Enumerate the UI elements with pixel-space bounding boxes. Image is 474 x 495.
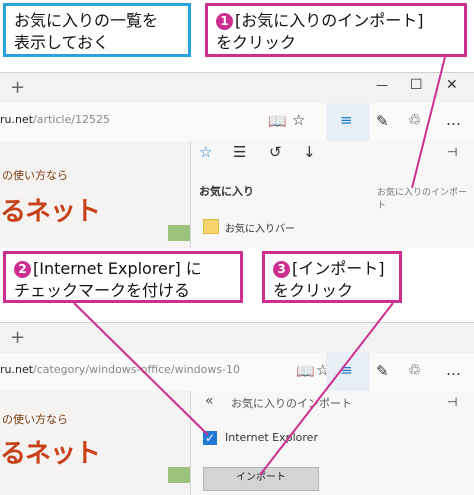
step2-pointer bbox=[73, 302, 209, 436]
step1-pointer bbox=[411, 56, 446, 189]
step3-pointer bbox=[259, 302, 394, 476]
callout-pointers bbox=[73, 56, 446, 476]
